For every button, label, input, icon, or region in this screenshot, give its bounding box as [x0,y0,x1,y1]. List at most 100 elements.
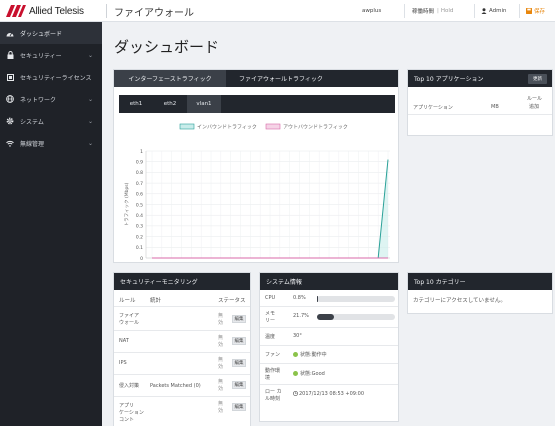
status-disabled-2: 効 [218,386,224,392]
y-tick-label: 0.7 [136,181,143,187]
panel-title: Top 10 カテゴリー [414,279,466,286]
divider [114,306,250,307]
app-title: ファイアウォール [114,8,194,19]
edit-button[interactable]: 編集 [232,359,246,367]
status-disabled-1: 無 [218,401,224,407]
local-time: 2017/12/13 08:53 +09:00 [293,391,364,397]
environment-status: 状態:Good [293,370,325,377]
subtab-label: eth2 [163,101,177,107]
clock-icon [293,391,298,396]
traffic-panel-header: インターフェーストラフィック ファイアウォールトラフィック [114,70,398,87]
environment-label-1: 動作環 [265,368,281,374]
environment-label-2: 境 [265,375,271,381]
top-bar: Allied Telesis ファイアウォール awplus 稼働時間 | Ho… [0,0,555,22]
y-tick-label: 0.3 [136,224,143,230]
save-label: 保存 [534,9,546,15]
security-monitoring-panel: セキュリティーモニタリング ルール 統計 ステータス ファイア ウォール無効編集 N… [113,272,251,426]
y-axis-label: トラフィック (Mbps) [124,182,130,226]
edit-label: 編集 [234,339,244,344]
sidebar-item-label: ダッシュボード [20,30,63,38]
temperature-value: 30° [293,333,302,339]
interface-subtabs: eth1 eth2 vlan1 [119,95,395,113]
rule-name: アプリ [119,402,135,409]
top10-apps-panel: Top 10 アプリケーション 更新 アプリケーション MB ルール 追加 [407,69,553,136]
status-ok-icon [293,352,298,357]
edit-button[interactable]: 編集 [232,381,246,389]
tab-interface-traffic[interactable]: インターフェーストラフィック [114,70,226,87]
globe-icon [6,95,14,103]
cpu-value: 0.8% [293,295,306,301]
divider [114,352,250,353]
wifi-icon [6,139,14,147]
cpu-bar-fill [317,296,318,302]
refresh-label: 更新 [533,77,542,82]
save-button[interactable]: 保存 [526,0,545,22]
legend-swatch-outbound [265,123,281,130]
divider [114,396,250,397]
user-menu[interactable]: Admin [481,0,507,22]
status-disabled-1: 無 [218,379,224,385]
rule-name: ウォール [119,320,140,326]
divider [114,374,250,375]
local-time-label-1: ロー カ [265,389,282,395]
subtab-eth2[interactable]: eth2 [153,95,187,113]
license-icon [6,73,14,81]
sidebar-item-security[interactable]: セキュリティー ⌄ [0,44,102,66]
top10-apps-header: Top 10 アプリケーション 更新 [408,70,552,87]
chevron-down-icon: ⌄ [88,139,94,147]
logo-mark-icon [6,5,26,17]
sidebar-item-wireless[interactable]: 無線管理 ⌄ [0,132,102,154]
status-disabled-2: 効 [218,364,224,370]
fan-value: 状態:動作中 [300,352,327,358]
edit-button[interactable]: 編集 [232,403,246,411]
chart-legend: インバウンドトラフィック アウトバウンドトラフィック [179,123,348,131]
gear-icon [6,117,14,125]
subtab-label: vlan1 [196,101,212,107]
status-ok-icon [293,371,298,376]
chevron-down-icon: ⌄ [88,95,94,103]
user-name: Admin [489,8,507,14]
rule-name: NAT [119,337,129,344]
allied-telesis-logo: Allied Telesis [6,3,84,19]
tab-label: インターフェーストラフィック [128,76,212,83]
header-divider [519,4,520,18]
edit-label: 編集 [234,361,244,366]
tab-firewall-traffic[interactable]: ファイアウォールトラフィック [226,70,336,87]
memory-value: 21.7% [293,313,309,319]
sidebar-item-network[interactable]: ネットワーク ⌄ [0,88,102,110]
y-tick-label: 1 [140,149,143,155]
system-info-panel: システム情報 CPU 0.8% メモ リー 21.7% 温度 30° ファン 状… [259,272,399,422]
subtab-vlan1[interactable]: vlan1 [187,95,221,113]
dashboard-icon [6,29,14,37]
rule-name: ケーション [119,409,144,416]
top10-categories-panel: Top 10 カテゴリー カテゴリーにアクセスしていません。 [407,272,553,314]
device-name: awplus [362,8,382,14]
subtab-eth1[interactable]: eth1 [119,95,153,113]
sidebar-item-system[interactable]: システム ⌄ [0,110,102,132]
fan-status: 状態:動作中 [293,351,327,358]
memory-bar [317,314,395,320]
cpu-bar [317,296,395,302]
status-disabled-2: 効 [218,408,224,414]
rule-name: IPS [119,359,127,366]
edit-label: 編集 [234,383,244,388]
page-title: ダッシュボード [114,38,220,56]
sidebar-item-security-license[interactable]: セキュリティーライセンス [0,66,102,88]
y-tick-label: 0.4 [136,213,143,219]
security-panel-header: セキュリティーモニタリング [114,273,250,290]
status-disabled-2: 効 [218,342,224,348]
sidebar-item-dashboard[interactable]: ダッシュボード [0,22,102,44]
edit-button[interactable]: 編集 [232,337,246,345]
col-rule: ルール [119,298,136,304]
memory-label-1: メモ [265,311,276,317]
save-icon [526,8,532,14]
col-count: 統計 [150,298,162,304]
refresh-button[interactable]: 更新 [528,74,547,84]
legend-label-outbound: アウトバウンドトラフィック [283,124,348,131]
y-tick-label: 0.1 [136,245,143,251]
user-icon [481,8,487,14]
edit-button[interactable]: 編集 [232,315,246,323]
legend-label-inbound: インバウンドトラフィック [197,124,257,131]
col-status: ステータス [218,298,246,304]
memory-bar-fill [317,314,334,320]
